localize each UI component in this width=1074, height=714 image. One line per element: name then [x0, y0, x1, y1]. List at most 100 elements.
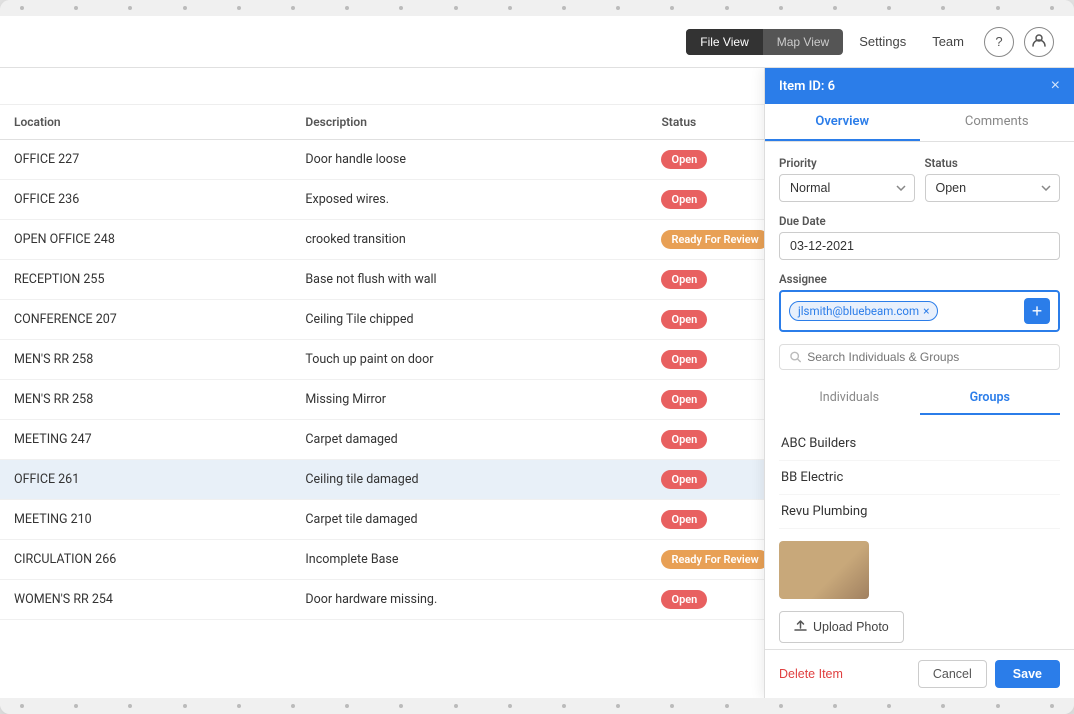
- delete-item-button[interactable]: Delete Item: [779, 667, 843, 681]
- dot: [237, 6, 241, 10]
- status-badge: Open: [661, 310, 707, 329]
- group-item[interactable]: BB Electric: [779, 461, 1060, 495]
- dot: [20, 704, 24, 708]
- priority-label: Priority: [779, 156, 915, 170]
- dot: [183, 6, 187, 10]
- photo-thumbnail: [779, 541, 869, 599]
- cell-description: Exposed wires.: [291, 180, 647, 220]
- tab-comments[interactable]: Comments: [920, 104, 1074, 141]
- upload-label: Upload Photo: [813, 620, 889, 634]
- dot: [237, 704, 241, 708]
- upload-icon: [794, 619, 807, 635]
- dot: [183, 704, 187, 708]
- footer-actions: Cancel Save: [918, 660, 1060, 688]
- cell-description: crooked transition: [291, 220, 647, 260]
- status-badge: Open: [661, 470, 707, 489]
- dot: [128, 6, 132, 10]
- user-icon: [1032, 33, 1046, 50]
- dot: [725, 6, 729, 10]
- status-select[interactable]: Open Closed In Progress Ready For Review: [925, 174, 1061, 202]
- assignee-remove-button[interactable]: ×: [923, 304, 929, 318]
- view-toggle: File View Map View: [686, 29, 843, 55]
- assignee-tag: jlsmith@bluebeam.com ×: [789, 301, 938, 321]
- dot: [345, 704, 349, 708]
- dot: [833, 6, 837, 10]
- cell-description: Incomplete Base: [291, 540, 647, 580]
- cell-location: CONFERENCE 207: [0, 300, 291, 340]
- dot: [996, 704, 1000, 708]
- dot: [291, 704, 295, 708]
- search-input[interactable]: [807, 350, 1049, 364]
- cell-description: Carpet damaged: [291, 420, 647, 460]
- side-panel: Item ID: 6 × Overview Comments Priority …: [764, 68, 1074, 698]
- dot: [454, 6, 458, 10]
- file-view-button[interactable]: File View: [686, 29, 762, 55]
- help-icon: ?: [995, 34, 1002, 49]
- priority-select[interactable]: Normal High Low Critical: [779, 174, 915, 202]
- dot: [508, 6, 512, 10]
- dot: [616, 704, 620, 708]
- cell-location: OFFICE 227: [0, 140, 291, 180]
- search-icon: [790, 351, 801, 363]
- dot: [399, 704, 403, 708]
- app-container: File View Map View Settings Team ?: [0, 0, 1074, 714]
- dot: [725, 704, 729, 708]
- help-button[interactable]: ?: [984, 27, 1014, 57]
- dot: [20, 6, 24, 10]
- cell-description: Touch up paint on door: [291, 340, 647, 380]
- dot: [128, 704, 132, 708]
- status-badge: Open: [661, 390, 707, 409]
- dot: [941, 6, 945, 10]
- add-assignee-button[interactable]: +: [1024, 298, 1050, 324]
- dot: [779, 704, 783, 708]
- due-date-input[interactable]: [779, 232, 1060, 260]
- status-label: Status: [925, 156, 1061, 170]
- dot: [833, 704, 837, 708]
- dot: [562, 6, 566, 10]
- dots-row-top: [0, 0, 1074, 16]
- panel-header: Item ID: 6 ×: [765, 68, 1074, 104]
- dot: [1050, 6, 1054, 10]
- save-button[interactable]: Save: [995, 660, 1060, 688]
- cell-description: Ceiling Tile chipped: [291, 300, 647, 340]
- photo-section: [779, 541, 1060, 599]
- cancel-button[interactable]: Cancel: [918, 660, 987, 688]
- tab-overview[interactable]: Overview: [765, 104, 920, 141]
- map-view-button[interactable]: Map View: [763, 29, 843, 55]
- priority-status-row: Priority Normal High Low Critical Status…: [779, 156, 1060, 202]
- top-bar: File View Map View Settings Team ?: [0, 16, 1074, 68]
- group-item[interactable]: Revu Plumbing: [779, 495, 1060, 529]
- status-badge: Open: [661, 150, 707, 169]
- cell-location: CIRCULATION 266: [0, 540, 291, 580]
- search-box: [779, 344, 1060, 370]
- team-link[interactable]: Team: [922, 28, 974, 55]
- upload-photo-button[interactable]: Upload Photo: [779, 611, 904, 643]
- dot: [1050, 704, 1054, 708]
- dot: [616, 6, 620, 10]
- cell-location: MEN'S RR 258: [0, 340, 291, 380]
- dot: [670, 704, 674, 708]
- subtab-groups[interactable]: Groups: [920, 382, 1061, 415]
- user-button[interactable]: [1024, 27, 1054, 57]
- assignee-box: jlsmith@bluebeam.com × +: [779, 290, 1060, 332]
- status-badge: Open: [661, 270, 707, 289]
- settings-link[interactable]: Settings: [849, 28, 916, 55]
- cell-location: MEETING 247: [0, 420, 291, 460]
- group-list: ABC BuildersBB ElectricRevu Plumbing: [779, 427, 1060, 529]
- dot: [454, 704, 458, 708]
- panel-close-button[interactable]: ×: [1051, 78, 1060, 94]
- cell-description: Carpet tile damaged: [291, 500, 647, 540]
- assignee-label: Assignee: [779, 272, 1060, 286]
- cell-location: WOMEN'S RR 254: [0, 580, 291, 620]
- subtab-individuals[interactable]: Individuals: [779, 382, 920, 415]
- group-item[interactable]: ABC Builders: [779, 427, 1060, 461]
- status-badge: Ready For Review: [661, 230, 768, 249]
- dot: [887, 704, 891, 708]
- status-badge: Open: [661, 590, 707, 609]
- cell-location: MEETING 210: [0, 500, 291, 540]
- status-badge: Ready For Review: [661, 550, 768, 569]
- dot: [399, 6, 403, 10]
- dot: [345, 6, 349, 10]
- cell-description: Missing Mirror: [291, 380, 647, 420]
- panel-title: Item ID: 6: [779, 79, 835, 94]
